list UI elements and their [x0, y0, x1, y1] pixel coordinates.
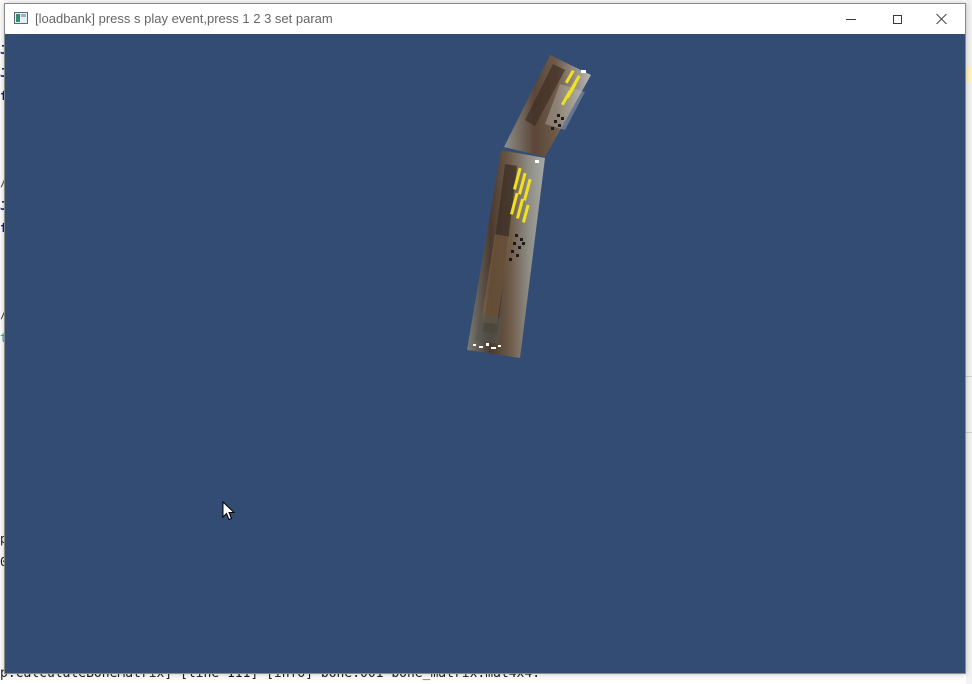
scene-canvas: [467, 55, 591, 358]
mouse-pointer-icon: [222, 500, 236, 525]
window-title: [loadbank] press s play event,press 1 2 …: [35, 11, 333, 26]
background-divider: [966, 376, 972, 377]
background-divider: [966, 432, 972, 433]
background-highlight: [966, 66, 972, 82]
close-button[interactable]: [919, 4, 965, 34]
maximize-button[interactable]: [874, 4, 920, 34]
ribbon-segment-upper: [504, 55, 591, 157]
render-viewport[interactable]: [5, 34, 965, 673]
app-window-icon[interactable]: [14, 12, 28, 24]
minimize-icon: [846, 18, 856, 20]
close-icon: [936, 13, 948, 25]
title-bar[interactable]: [loadbank] press s play event,press 1 2 …: [5, 4, 965, 34]
ribbon-segment-lower: [467, 150, 545, 358]
background-editor-edge: [966, 0, 972, 684]
maximize-icon: [892, 14, 902, 24]
app-window: [loadbank] press s play event,press 1 2 …: [4, 3, 966, 674]
minimize-button[interactable]: [828, 4, 874, 34]
